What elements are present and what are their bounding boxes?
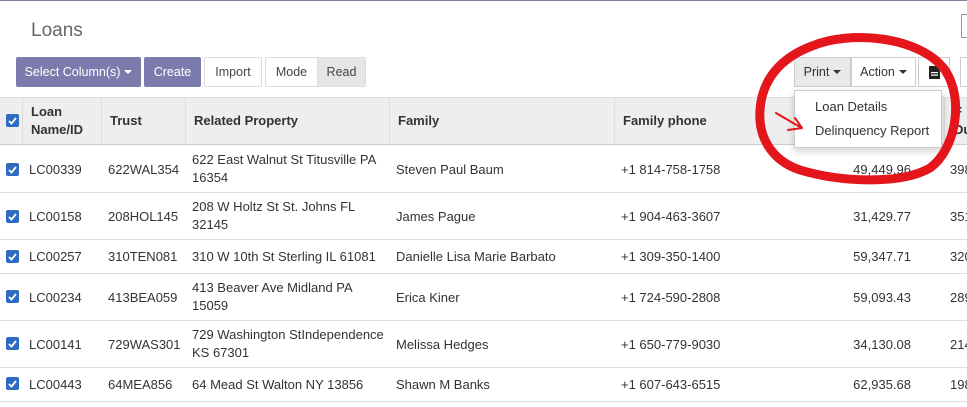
chevron-down-icon — [124, 70, 133, 74]
checkmark-icon — [8, 116, 17, 125]
trust-cell: 622WAL354 — [108, 161, 180, 177]
table-row[interactable]: LC00234 413BEA059 413 Beaver Ave Midland… — [0, 274, 967, 321]
trust-cell: 413BEA059 — [108, 289, 178, 305]
amount-cell: 59,093.43 — [853, 289, 911, 305]
phone-cell: +1 724-590-2808 — [621, 289, 721, 305]
due-cell: 214 — [950, 336, 967, 352]
due-cell: 351 — [950, 208, 967, 224]
mode-toggle-group: Mode Read — [265, 57, 366, 87]
loan-id-cell: LC00339 — [29, 161, 82, 177]
amount-cell: 49,449.96 — [853, 161, 911, 177]
column-loan-name-label: Loan Name/ID — [31, 104, 84, 137]
table-row[interactable]: LC00158 208HOL145 208 W Holtz St St. Joh… — [0, 193, 967, 240]
row-checkbox[interactable] — [6, 210, 19, 223]
checkmark-icon — [8, 292, 17, 301]
checkmark-icon — [8, 252, 17, 261]
column-trust[interactable]: Trust — [101, 98, 185, 144]
trust-cell: 729WAS301 — [108, 336, 181, 352]
family-cell: Erica Kiner — [396, 289, 460, 305]
amount-cell: 31,429.77 — [853, 208, 911, 224]
table-row[interactable]: LC00339 622WAL354 622 East Walnut St Tit… — [0, 146, 967, 193]
column-due-label-line2: Du — [954, 122, 967, 137]
document-icon — [928, 65, 940, 79]
table-row[interactable]: LC00141 729WAS301 729 Washington StIndep… — [0, 321, 967, 368]
family-cell: Melissa Hedges — [396, 336, 489, 352]
column-family-label: Family — [398, 113, 440, 128]
select-columns-button[interactable]: Select Column(s) — [16, 57, 141, 87]
phone-cell: +1 309-350-1400 — [621, 249, 721, 264]
trust-cell: 208HOL145 — [108, 208, 179, 224]
menu-item-delinquency-report[interactable]: Delinquency Report — [815, 123, 929, 138]
property-cell: 64 Mead St Walton NY 13856 — [192, 376, 364, 392]
mode-button[interactable]: Mode — [266, 58, 318, 86]
table-row[interactable]: LC00443 64MEA856 64 Mead St Walton NY 13… — [0, 368, 967, 402]
amount-cell: 34,130.08 — [853, 336, 911, 352]
action-button[interactable]: Action — [851, 57, 916, 87]
property-cell: 208 W Holtz St St. Johns FL 32145 — [192, 199, 355, 232]
chevron-down-icon — [898, 70, 907, 74]
action-label: Action — [860, 65, 895, 79]
row-checkbox[interactable] — [6, 163, 19, 176]
create-button[interactable]: Create — [144, 57, 201, 87]
checkmark-icon — [8, 379, 17, 388]
family-cell: Danielle Lisa Marie Barbato — [396, 249, 556, 264]
row-checkbox[interactable] — [6, 377, 19, 390]
loan-id-cell: LC00257 — [29, 249, 82, 264]
loan-id-cell: LC00443 — [29, 377, 82, 392]
due-cell: 198 — [950, 377, 967, 392]
phone-cell: +1 904-463-3607 — [621, 208, 721, 224]
column-due-label-line1: F — [954, 104, 962, 119]
import-button[interactable]: Import — [204, 57, 262, 87]
family-cell: James Pague — [396, 208, 476, 224]
chevron-down-icon — [833, 70, 842, 74]
print-button[interactable]: Print — [794, 57, 851, 87]
column-loan-name[interactable]: Loan Name/ID — [22, 98, 102, 144]
column-related-property[interactable]: Related Property — [185, 98, 389, 144]
phone-cell: +1 814-758-1758 — [621, 161, 721, 177]
property-cell: 413 Beaver Ave Midland PA 15059 — [192, 280, 352, 313]
print-label: Print — [803, 65, 830, 79]
amount-cell: 59,347.71 — [853, 249, 911, 264]
phone-cell: +1 650-779-9030 — [621, 336, 721, 352]
family-cell: Steven Paul Baum — [396, 161, 504, 177]
due-cell: 398 — [950, 161, 967, 177]
row-checkbox[interactable] — [6, 337, 19, 350]
trust-cell: 310TEN081 — [108, 249, 178, 264]
document-button[interactable] — [918, 57, 950, 87]
loan-id-cell: LC00234 — [29, 289, 82, 305]
column-family-phone-label: Family phone — [623, 113, 707, 128]
search-box-edge[interactable] — [961, 14, 967, 38]
select-columns-label: Select Column(s) — [24, 65, 121, 79]
property-cell: 622 East Walnut St Titusville PA 16354 — [192, 152, 376, 185]
print-dropdown-menu: Loan Details Delinquency Report — [794, 90, 942, 148]
column-due[interactable]: F Du — [944, 98, 967, 144]
loan-id-cell: LC00141 — [29, 336, 82, 352]
row-checkbox[interactable] — [6, 290, 19, 303]
checkmark-icon — [8, 339, 17, 348]
page-title: Loans — [31, 20, 83, 41]
column-family-phone[interactable]: Family phone — [614, 98, 754, 144]
property-cell: 729 Washington StIndependence KS 67301 — [192, 327, 384, 360]
trust-cell: 64MEA856 — [108, 377, 173, 392]
pager-button-edge[interactable] — [960, 57, 967, 87]
property-cell: 310 W 10th St Sterling IL 61081 — [192, 248, 376, 264]
column-trust-label: Trust — [110, 113, 142, 128]
table-row[interactable]: LC00257 310TEN081 310 W 10th St Sterling… — [0, 240, 967, 274]
row-checkbox[interactable] — [6, 250, 19, 263]
family-cell: Shawn M Banks — [396, 377, 490, 392]
phone-cell: +1 607-643-6515 — [621, 377, 721, 392]
top-border — [0, 0, 967, 1]
read-button[interactable]: Read — [318, 58, 365, 86]
checkmark-icon — [8, 165, 17, 174]
select-all-checkbox[interactable] — [6, 114, 19, 127]
menu-item-loan-details[interactable]: Loan Details — [815, 99, 887, 114]
column-family[interactable]: Family — [389, 98, 614, 144]
amount-cell: 62,935.68 — [853, 377, 911, 392]
due-cell: 320 — [950, 249, 967, 264]
column-related-property-label: Related Property — [194, 113, 299, 128]
due-cell: 289 — [950, 289, 967, 305]
column-due-label: F Du — [954, 103, 967, 139]
loan-id-cell: LC00158 — [29, 208, 82, 224]
checkmark-icon — [8, 212, 17, 221]
